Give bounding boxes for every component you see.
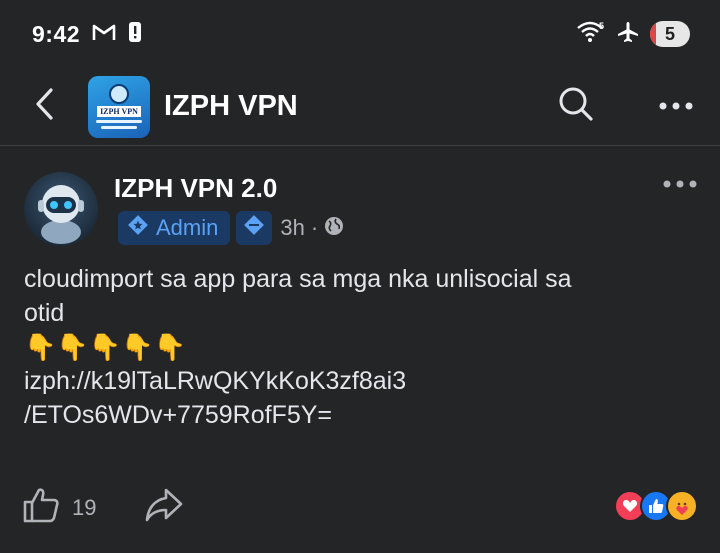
gmail-icon [92,22,116,47]
alert-icon [128,21,142,48]
care-reaction-icon [666,490,698,522]
reactions-summary[interactable] [614,490,698,522]
author-name[interactable]: IZPH VPN 2.0 [114,173,277,204]
search-icon [558,86,594,127]
post-header: IZPH VPN 2.0 Admin 3h · [0,147,720,257]
more-icon [658,98,694,116]
like-count: 19 [72,494,97,520]
group-avatar-emblem [109,84,129,104]
member-badge[interactable] [236,211,273,245]
post-text-line: cloudimport sa app para sa mga nka unlis… [24,265,572,293]
status-right: 5 5 [576,20,690,49]
post-time[interactable]: 3h [280,215,304,241]
more-icon [662,176,698,194]
admin-badge-icon [128,215,148,241]
post-meta: Admin 3h · [118,211,344,245]
post-link-line[interactable]: izph://k19lTaLRwQKYkKoK3zf8ai3 [24,364,700,398]
pointing-down-emoji: 👇 [24,332,57,362]
search-button[interactable] [548,79,604,135]
group-avatar-line [101,126,137,129]
thumbs-up-icon [22,486,60,529]
back-button[interactable] [16,79,72,135]
post-text-line: otid [24,299,65,327]
more-options-button[interactable] [648,79,704,135]
diamond-icon [242,213,266,243]
wifi-icon: 5 [576,20,606,49]
post-more-button[interactable] [660,173,700,197]
share-button[interactable] [144,486,184,529]
status-time: 9:42 [32,20,81,47]
app-header: IZPH VPN IZPH VPN [0,68,720,146]
page-title[interactable]: IZPH VPN [164,90,548,123]
post-body: cloudimport sa app para sa mga nka unlis… [24,262,700,432]
group-avatar[interactable]: IZPH VPN [88,75,150,138]
share-icon [144,488,184,528]
admin-badge[interactable]: Admin [118,211,231,245]
post-actions: 19 [0,480,720,536]
pointing-down-emoji: 👇 [88,332,122,362]
status-left: 9:42 [32,21,142,48]
emoji-row: 👇 👇 👇 👇 👇 [24,330,700,364]
globe-icon [324,216,344,241]
post-link-line[interactable]: /ETOs6WDv+7759RofF5Y= [24,398,700,432]
status-bar: 9:42 5 5 [0,0,720,68]
airplane-icon [616,20,640,49]
group-avatar-text: IZPH VPN [97,106,141,117]
admin-badge-label: Admin [156,215,219,240]
avatar[interactable] [24,172,98,246]
separator-dot: · [310,215,319,240]
svg-text:5: 5 [599,21,604,31]
pointing-down-emoji: 👇 [121,332,154,362]
like-button[interactable]: 19 [22,486,96,529]
battery-indicator: 5 [650,21,690,47]
pointing-down-emoji: 👇 [56,332,89,362]
group-avatar-line [96,120,142,123]
back-arrow-icon [33,87,55,126]
post: IZPH VPN 2.0 Admin 3h · cloudimport sa a… [0,147,720,429]
pointing-down-emoji: 👇 [153,332,186,362]
